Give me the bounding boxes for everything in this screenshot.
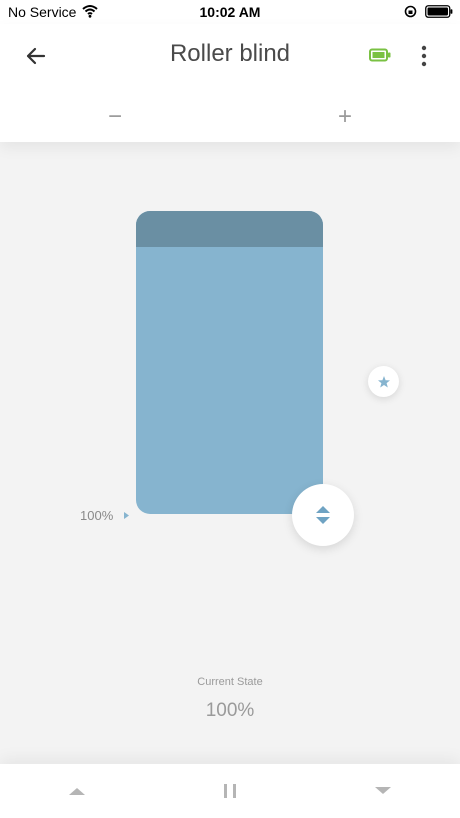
blind-roller: [136, 211, 323, 247]
page-title: Roller blind: [169, 40, 291, 67]
rotation-lock-icon: [404, 5, 417, 18]
favorite-position-button[interactable]: [368, 366, 399, 397]
up-down-arrows-icon: [316, 506, 330, 524]
app-header: Roller blind − +: [0, 24, 460, 142]
more-vertical-icon: [421, 45, 427, 67]
position-label: 100%: [80, 508, 114, 523]
triangle-down-icon: [375, 787, 391, 794]
star-icon: [377, 375, 390, 387]
control-bar: [0, 764, 460, 818]
decrease-button[interactable]: −: [95, 102, 135, 130]
close-button[interactable]: [363, 774, 403, 808]
position-marker-icon: [124, 512, 129, 519]
position-drag-handle[interactable]: [292, 484, 354, 546]
triangle-up-icon: [69, 788, 85, 795]
device-battery-icon: [369, 48, 391, 62]
current-state-value: 100%: [205, 700, 255, 721]
status-bar: No Service 10:02 AM: [0, 0, 460, 24]
current-state-label: Current State: [197, 676, 263, 688]
more-options-button[interactable]: [414, 42, 434, 72]
open-button[interactable]: [57, 774, 97, 808]
increase-button[interactable]: +: [325, 102, 365, 130]
battery-icon: [425, 5, 453, 18]
pause-button[interactable]: [210, 774, 250, 808]
clock: 10:02 AM: [199, 4, 261, 20]
blind-visual[interactable]: [136, 211, 323, 514]
pause-icon: [224, 784, 236, 798]
